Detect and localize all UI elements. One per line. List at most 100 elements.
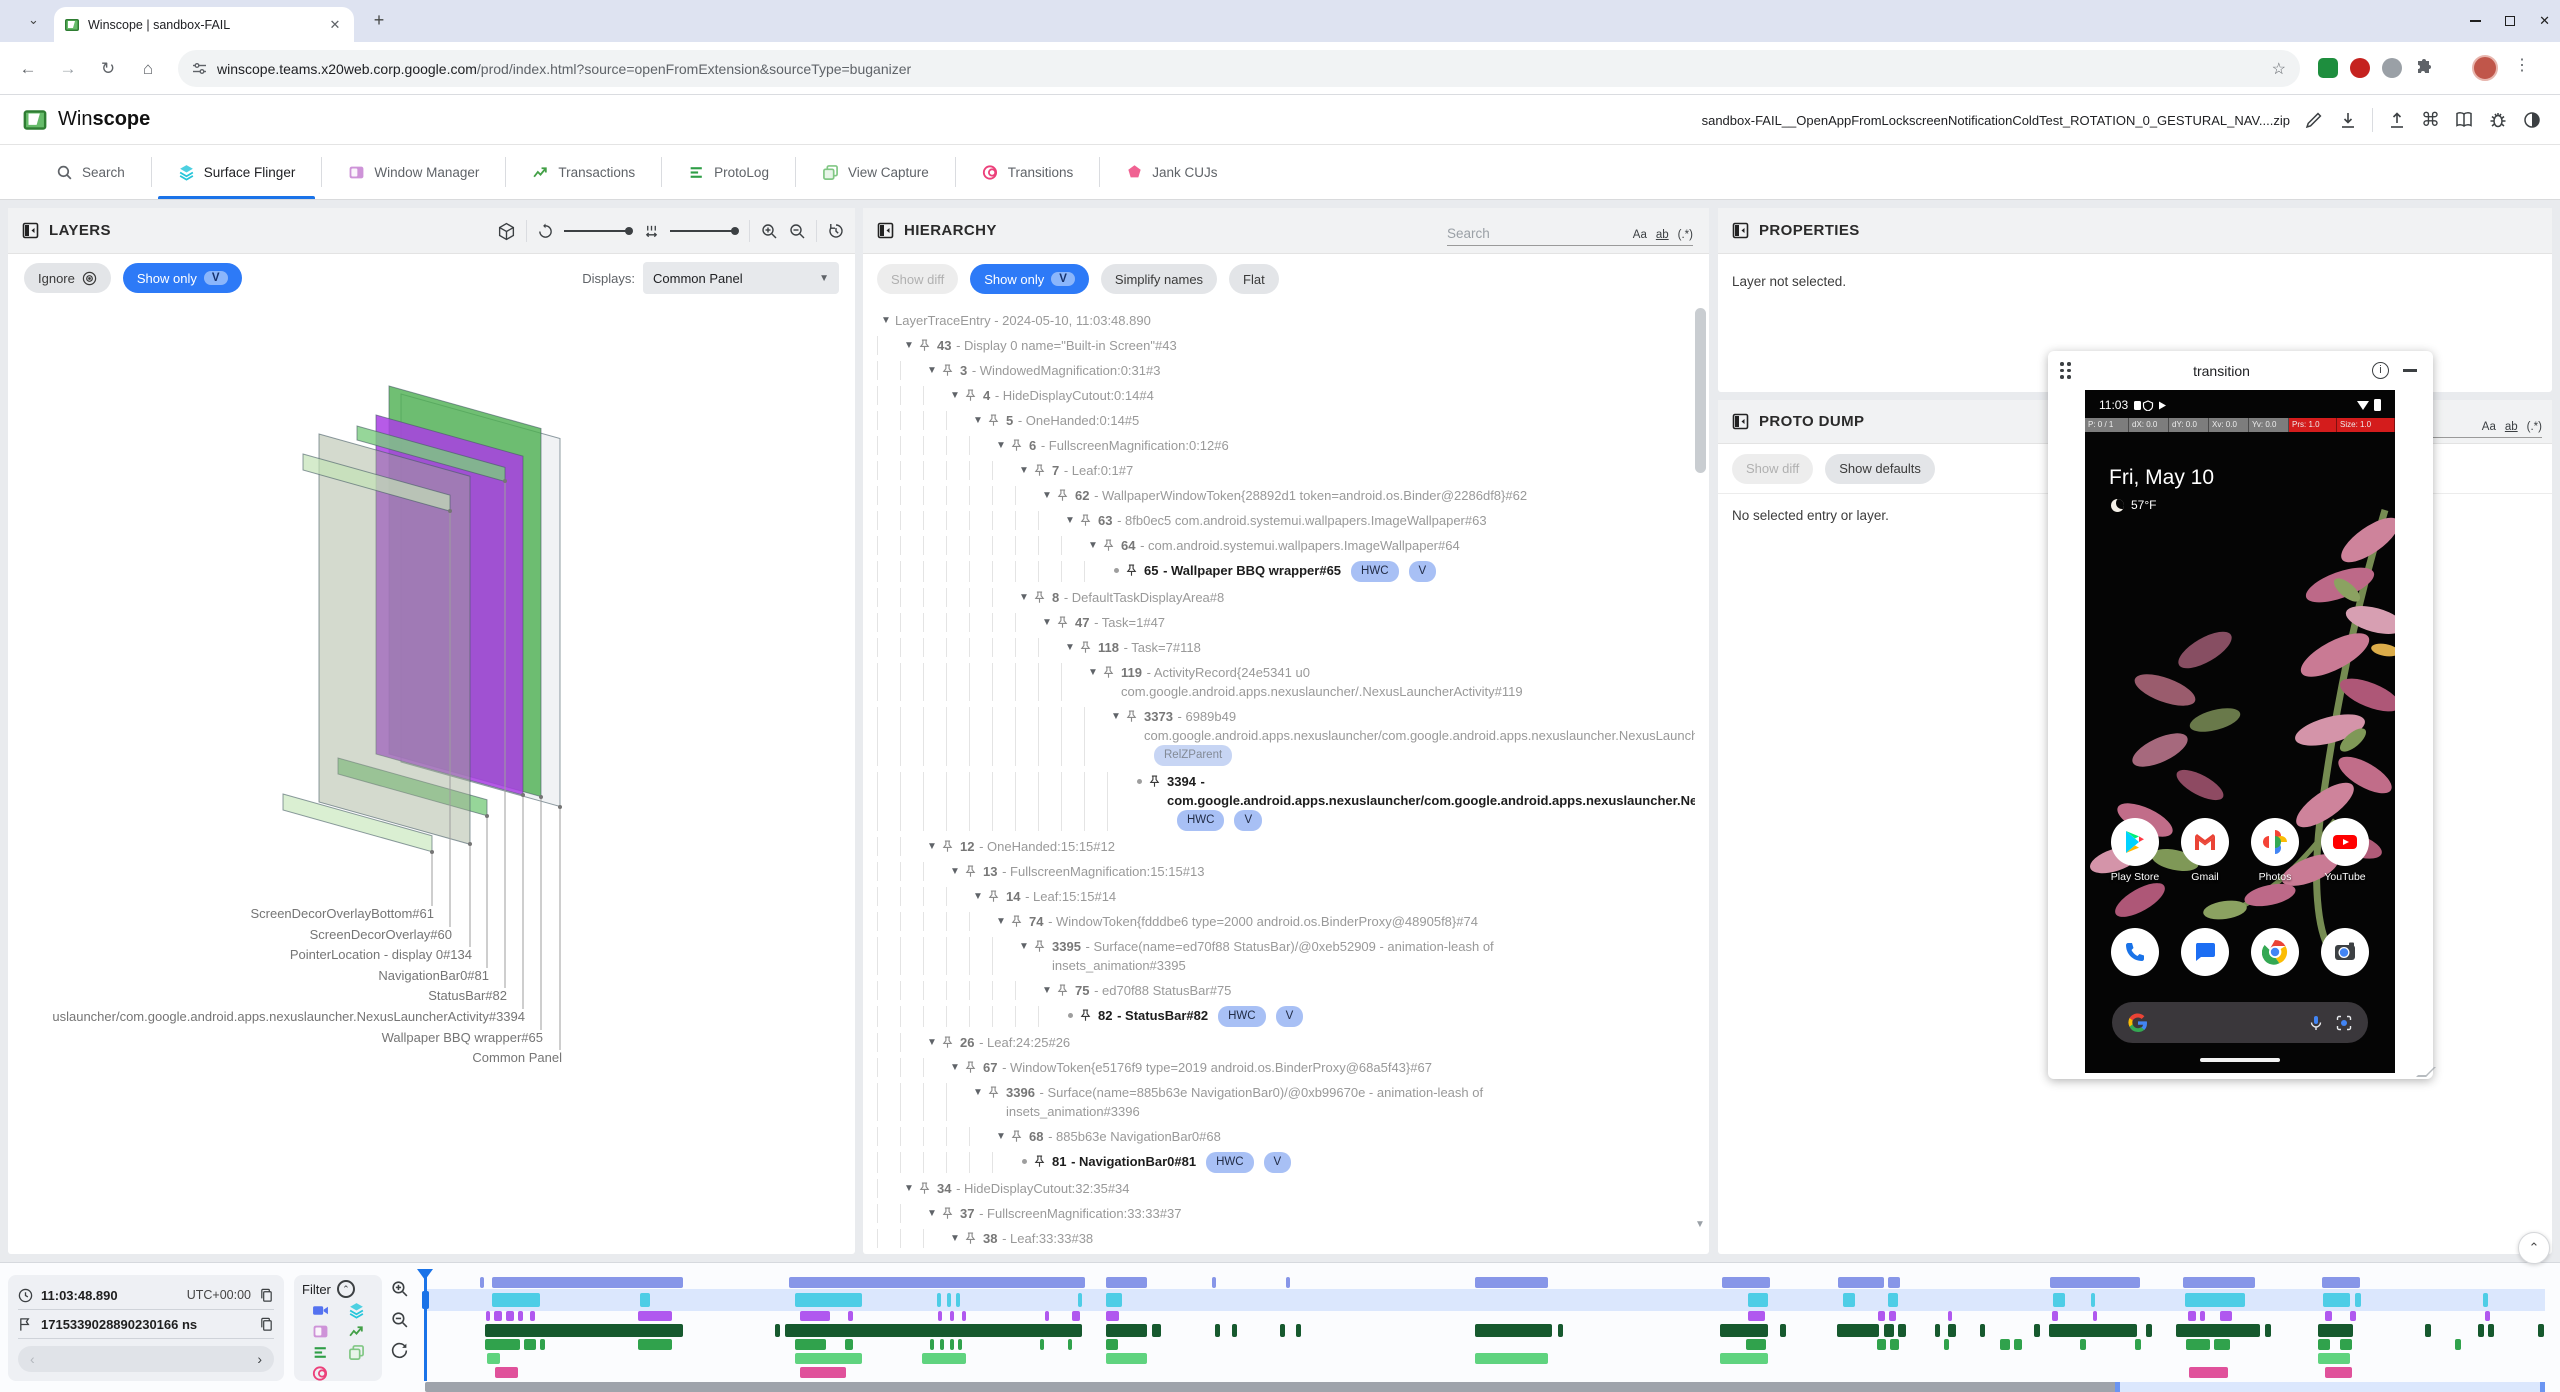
trace-segment-protolog[interactable] bbox=[940, 1339, 944, 1350]
match-word-icon[interactable]: ab bbox=[1656, 229, 1669, 241]
tree-row[interactable]: ▼LayerTraceEntry - 2024-05-10, 11:03:48.… bbox=[863, 308, 1695, 333]
next-entry-button[interactable]: › bbox=[257, 1351, 262, 1367]
timeline-zoom-out-icon[interactable] bbox=[390, 1310, 409, 1329]
trace-segment-transitions[interactable] bbox=[800, 1367, 846, 1378]
trace-segment-screen-recording[interactable] bbox=[1286, 1277, 1290, 1288]
browser-menu-icon[interactable]: ⋮ bbox=[2514, 55, 2530, 75]
site-settings-icon[interactable] bbox=[192, 61, 207, 76]
trace-segment-surface-flinger[interactable] bbox=[2053, 1293, 2065, 1307]
videocam-filter-icon[interactable] bbox=[312, 1302, 329, 1319]
info-icon[interactable]: i bbox=[2372, 362, 2389, 379]
trace-segment-protolog[interactable] bbox=[1944, 1339, 1949, 1350]
trace-segment-view-capture[interactable] bbox=[1106, 1353, 1147, 1364]
app-phone[interactable] bbox=[2111, 928, 2159, 976]
trace-segment-transitions[interactable] bbox=[495, 1367, 518, 1378]
trace-segment-window-manager[interactable] bbox=[486, 1311, 490, 1321]
trace-segment-view-capture[interactable] bbox=[487, 1353, 500, 1364]
tree-row[interactable]: ▼13 - FullscreenMagnification:15:15#13 bbox=[863, 859, 1695, 884]
trace-segment-protolog[interactable] bbox=[2014, 1339, 2022, 1350]
range-handle-left[interactable] bbox=[2115, 1382, 2120, 1392]
layers-3d-scene[interactable]: ScreenDecorOverlayBottom#61ScreenDecorOv… bbox=[8, 304, 855, 1254]
trace-segment-protolog[interactable] bbox=[2186, 1339, 2210, 1350]
trace-segment-protolog[interactable] bbox=[2318, 1339, 2330, 1350]
trace-segment-surface-flinger[interactable] bbox=[2483, 1293, 2488, 1307]
tree-row[interactable]: ▼3396 - Surface(name=885b63e NavigationB… bbox=[863, 1080, 1695, 1124]
chart-filter-icon[interactable] bbox=[348, 1323, 365, 1340]
trace-segment-protolog[interactable] bbox=[1106, 1339, 1118, 1350]
chevron-down-icon[interactable]: ▼ bbox=[992, 436, 1010, 455]
tree-row[interactable]: ▼62 - WallpaperWindowToken{28892d1 token… bbox=[863, 483, 1695, 508]
trace-segment-window-manager[interactable] bbox=[1889, 1311, 1896, 1321]
trace-segment-surface-flinger[interactable] bbox=[1106, 1293, 1122, 1307]
trace-segment-window-manager[interactable] bbox=[1948, 1311, 1952, 1321]
timeline-tracks[interactable] bbox=[425, 1269, 2545, 1381]
range-selection[interactable] bbox=[2115, 1382, 2545, 1392]
bookmark-star-icon[interactable]: ☆ bbox=[2272, 59, 2286, 79]
trace-segment-surface-flinger[interactable] bbox=[2185, 1293, 2245, 1307]
trace-segment-transitions[interactable] bbox=[2189, 1367, 2228, 1378]
trace-segment-transactions[interactable] bbox=[2176, 1324, 2260, 1337]
chevron-down-icon[interactable]: ▼ bbox=[1038, 613, 1056, 632]
scrollbar-thumb[interactable] bbox=[1695, 308, 1706, 473]
tab-search[interactable]: Search bbox=[30, 145, 151, 199]
collapse-panel-icon[interactable] bbox=[1732, 222, 1749, 239]
screenshot-overlay-window[interactable]: transition i bbox=[2048, 351, 2433, 1079]
trace-segment-surface-flinger[interactable] bbox=[492, 1293, 540, 1307]
bug-report-icon[interactable] bbox=[2488, 110, 2508, 130]
tree-row[interactable]: 65 - Wallpaper BBQ wrapper#65HWCV bbox=[863, 558, 1695, 585]
trace-segment-protolog[interactable] bbox=[950, 1339, 954, 1350]
tree-row[interactable]: 81 - NavigationBar0#81HWCV bbox=[863, 1149, 1695, 1176]
trace-segment-protolog[interactable] bbox=[930, 1339, 934, 1350]
trace-segment-protolog[interactable] bbox=[2000, 1339, 2010, 1350]
trace-segment-transactions[interactable] bbox=[1296, 1324, 1301, 1337]
tree-row[interactable]: 3394 - com.google.android.apps.nexuslaun… bbox=[863, 769, 1695, 834]
tree-row[interactable]: ▼64 - com.android.systemui.wallpapers.Im… bbox=[863, 533, 1695, 558]
regex-icon[interactable]: (.*) bbox=[2527, 421, 2542, 433]
trace-segment-transactions[interactable] bbox=[2265, 1324, 2271, 1337]
extension-icon-gray[interactable] bbox=[2382, 58, 2402, 78]
app-chrome[interactable] bbox=[2251, 928, 2299, 976]
omnibox[interactable]: winscope.teams.x20web.corp.google.com/pr… bbox=[178, 50, 2300, 87]
trace-segment-protolog[interactable] bbox=[524, 1339, 536, 1350]
tree-row[interactable]: ▼5 - OneHanded:0:14#5 bbox=[863, 408, 1695, 433]
trace-segment-protolog[interactable] bbox=[1040, 1339, 1044, 1350]
trace-segment-window-manager[interactable] bbox=[518, 1311, 523, 1321]
copy-icon[interactable] bbox=[259, 1317, 274, 1332]
chevron-down-icon[interactable]: ▼ bbox=[1015, 937, 1033, 956]
download-icon[interactable] bbox=[2338, 110, 2358, 130]
trace-segment-transactions[interactable] bbox=[2425, 1324, 2431, 1337]
tree-row[interactable]: ▼132 - WindowToken{422a1ee type=2015 and… bbox=[863, 1251, 1695, 1252]
trace-segment-transactions[interactable] bbox=[2538, 1324, 2544, 1337]
trace-segment-protolog[interactable] bbox=[1890, 1339, 1899, 1350]
tree-row[interactable]: ▼14 - Leaf:15:15#14 bbox=[863, 884, 1695, 909]
trace-segment-window-manager[interactable] bbox=[1045, 1311, 1049, 1321]
chevron-down-icon[interactable]: ▼ bbox=[969, 411, 987, 430]
minimize-overlay-icon[interactable] bbox=[2403, 369, 2417, 372]
trace-segment-protolog[interactable] bbox=[1746, 1339, 1766, 1350]
trace-segment-window-manager[interactable] bbox=[800, 1311, 830, 1321]
app-gmail[interactable]: Gmail bbox=[2181, 818, 2229, 883]
chevron-down-icon[interactable]: ▼ bbox=[877, 311, 895, 330]
timeline-cursor[interactable] bbox=[424, 1269, 427, 1381]
rotation-slider[interactable] bbox=[564, 227, 633, 235]
copy-icon[interactable] bbox=[259, 1288, 274, 1303]
trace-segment-transactions[interactable] bbox=[1232, 1324, 1237, 1337]
trace-segment-protolog[interactable] bbox=[638, 1339, 672, 1350]
match-word-icon[interactable]: ab bbox=[2505, 421, 2518, 433]
hierarchy-scrollbar[interactable]: ▼ bbox=[1695, 308, 1706, 1248]
trace-segment-surface-flinger[interactable] bbox=[1843, 1293, 1855, 1307]
tab-transactions[interactable]: Transactions bbox=[506, 145, 661, 199]
trace-segment-protolog[interactable] bbox=[2135, 1339, 2141, 1350]
tree-row[interactable]: ▼4 - HideDisplayCutout:0:14#4 bbox=[863, 383, 1695, 408]
range-handle-right[interactable] bbox=[2540, 1382, 2545, 1392]
chevron-down-icon[interactable]: ▼ bbox=[923, 1033, 941, 1052]
trace-segment-window-manager[interactable] bbox=[1072, 1311, 1080, 1321]
extension-icon-red[interactable] bbox=[2350, 58, 2370, 78]
trace-segment-transactions[interactable] bbox=[1837, 1324, 1879, 1337]
trace-segment-protolog[interactable] bbox=[1068, 1339, 1072, 1350]
tree-row[interactable]: ▼37 - FullscreenMagnification:33:33#37 bbox=[863, 1201, 1695, 1226]
trace-segment-protolog[interactable] bbox=[958, 1339, 962, 1350]
trace-segment-window-manager[interactable] bbox=[2485, 1311, 2490, 1321]
app-messages[interactable] bbox=[2181, 928, 2229, 976]
trace-segment-transactions[interactable] bbox=[2478, 1324, 2484, 1337]
